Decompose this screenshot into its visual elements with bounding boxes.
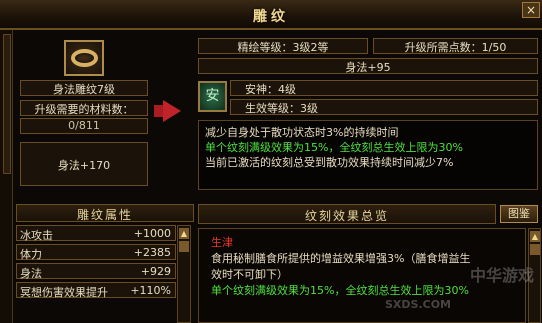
jade-gem-icon[interactable]: 安 [198, 81, 227, 112]
attribute-name: 身法 [20, 267, 42, 280]
attributes-list: 冰攻击 +1000 体力 +2385 身法 +929 冥想伤害效果提升 +110… [16, 225, 176, 323]
attribute-value: +929 [140, 265, 171, 278]
stat-bonus: 身法+95 [198, 58, 538, 74]
upgrade-points: 升级所需点数：1/50 [373, 38, 538, 54]
attributes-scrollbar[interactable]: ▲ [177, 225, 191, 323]
attribute-row: 体力 +2385 [16, 244, 176, 261]
materials-title: 升级需要的材料数： [20, 100, 148, 116]
item-name: 身法雕纹7级 [20, 80, 148, 96]
attribute-row: 冥想伤害效果提升 +110% [16, 282, 176, 299]
refine-level: 精绘等级：3级2等 [198, 38, 368, 54]
ring-item-icon[interactable] [64, 40, 104, 76]
manual-button[interactable]: 图鉴 [500, 205, 538, 223]
watermark-text: SXDS.COM [385, 298, 452, 311]
attribute-name: 体力 [20, 248, 42, 261]
entry-line-1: 食用秘制膳食所提供的增益效果增强3%（膳食增益生 [211, 252, 471, 265]
description-box: 减少自身处于散功状态时3%的持续时间 单个纹刻满级效果为15%，全纹刻总生效上限… [198, 120, 538, 190]
calm-level: 安神：4级 [230, 80, 538, 96]
attribute-value: +2385 [133, 246, 171, 259]
attributes-header: 雕纹属性 [16, 204, 194, 222]
close-button[interactable]: × [522, 2, 540, 18]
scroll-up-icon[interactable]: ▲ [179, 228, 189, 239]
item-stat: 身法+170 [57, 159, 111, 172]
scroll-thumb[interactable] [179, 241, 189, 252]
materials-count: 0/811 [20, 118, 148, 134]
description-line-1: 减少自身处于散功状态时3%的持续时间 [205, 126, 399, 139]
description-line-2: 单个纹刻满级效果为15%，全纹刻总生效上限为30% [205, 141, 463, 154]
entry-title: 生津 [211, 236, 233, 249]
attribute-name: 冰攻击 [20, 229, 53, 242]
description-line-3: 当前已激活的纹刻总受到散功效果持续时间减少7% [205, 156, 454, 169]
attribute-value: +110% [130, 284, 171, 297]
entry-line-3: 单个纹刻满级效果为15%，全纹刻总生效上限为30% [211, 284, 469, 297]
item-stat-box: 身法+170 [20, 142, 148, 186]
attribute-value: +1000 [133, 227, 171, 240]
rail-tab[interactable] [3, 34, 11, 174]
watermark-brand: 中华游戏 [470, 266, 535, 285]
window-title: 雕纹 [253, 9, 289, 25]
attribute-name: 冥想伤害效果提升 [20, 286, 108, 299]
effect-level: 生效等级：3级 [230, 99, 538, 115]
arrow-right-icon [163, 100, 181, 122]
scroll-up-icon[interactable]: ▲ [530, 231, 540, 242]
entry-line-2: 效时不可卸下） [211, 268, 288, 281]
attribute-row: 冰攻击 +1000 [16, 225, 176, 242]
scroll-thumb[interactable] [530, 244, 540, 255]
attribute-row: 身法 +929 [16, 263, 176, 280]
summary-header: 纹刻效果总览 [198, 204, 496, 224]
